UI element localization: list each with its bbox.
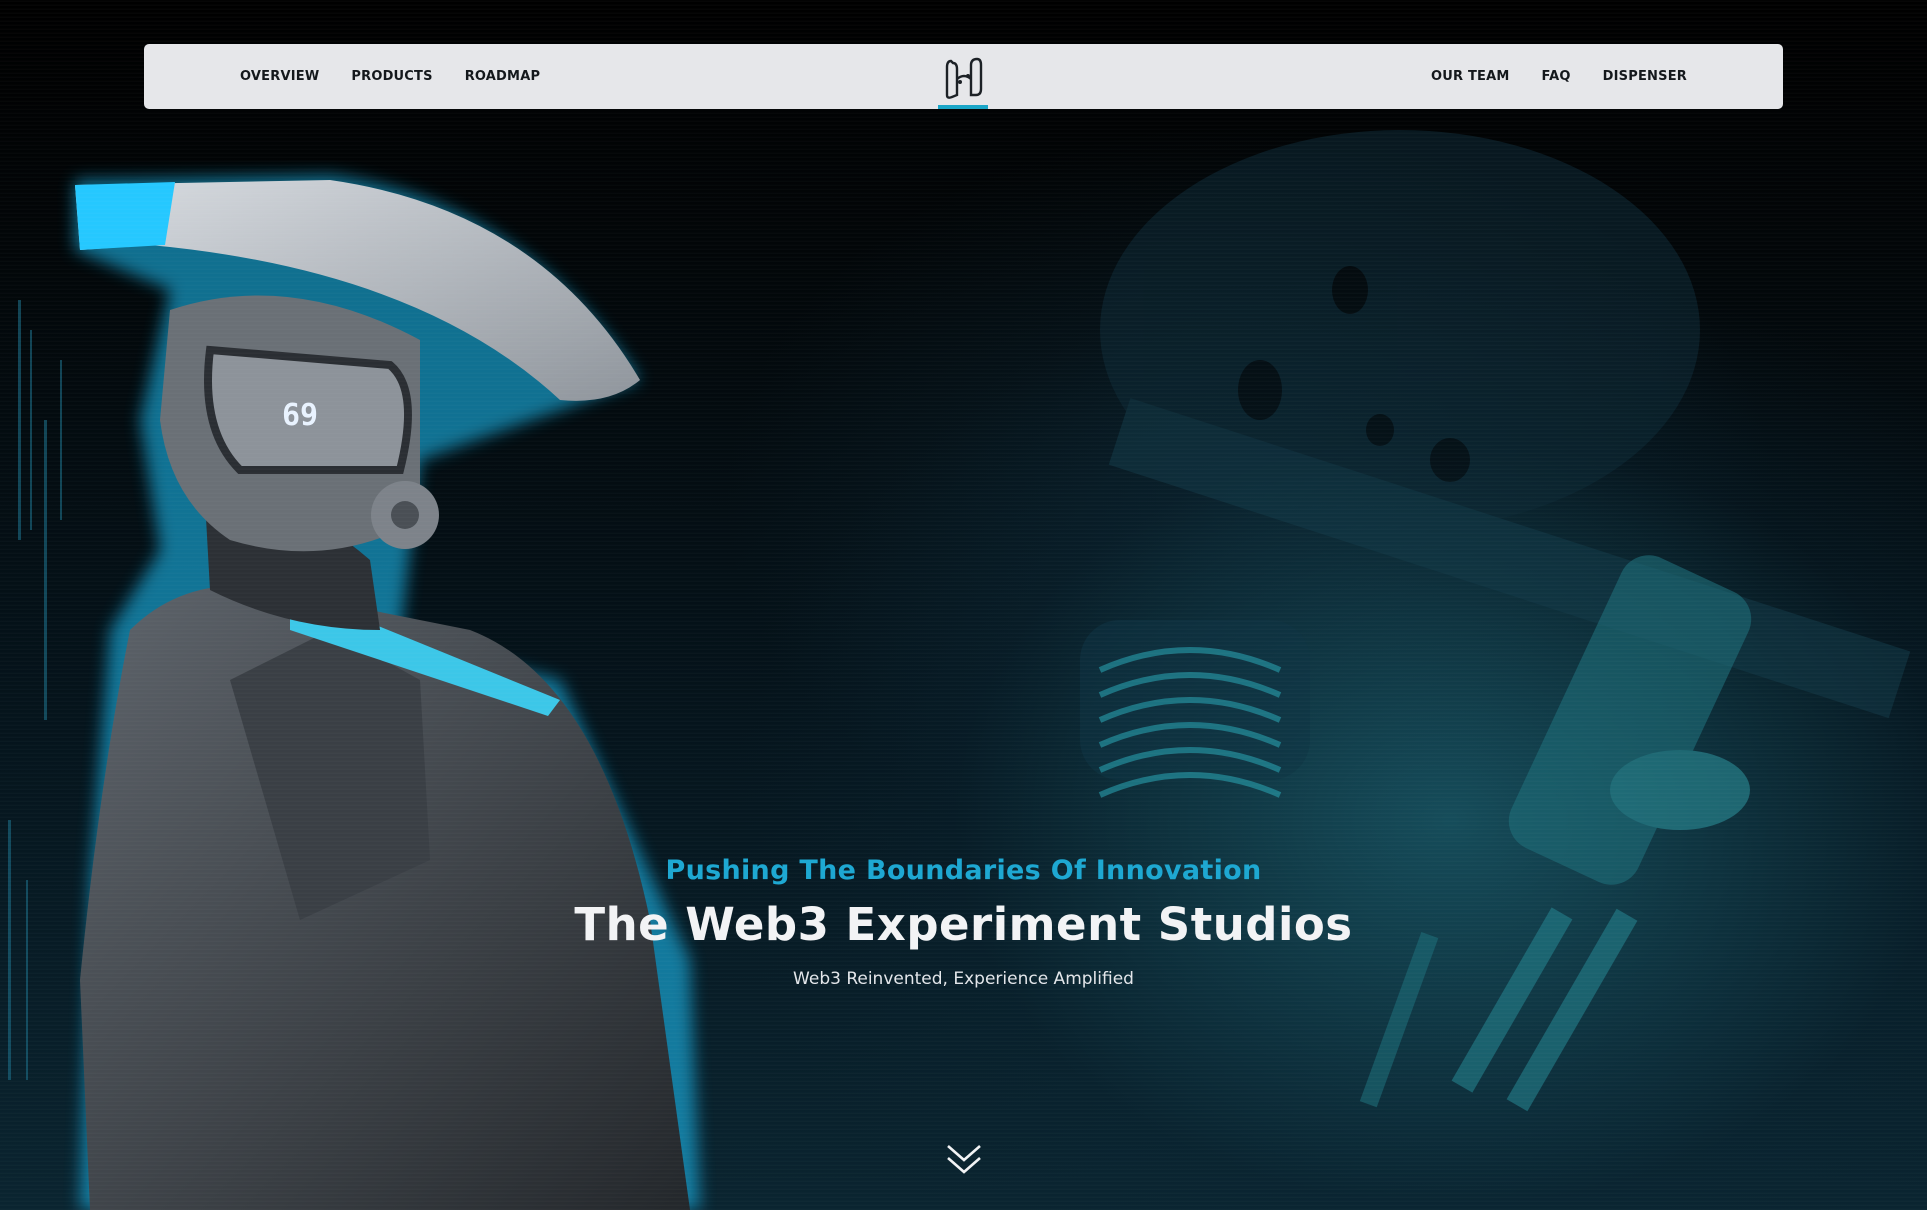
hero-title: The Web3 Experiment Studios — [574, 898, 1353, 951]
nav-link-dispenser[interactable]: DISPENSER — [1603, 69, 1687, 84]
hero-text-block: Pushing The Boundaries Of Innovation The… — [0, 855, 1927, 989]
visor-display: 69 — [282, 398, 318, 433]
nav-link-faq[interactable]: FAQ — [1542, 69, 1571, 84]
logo-mark — [945, 57, 983, 99]
nav-link-overview[interactable]: OVERVIEW — [240, 69, 319, 84]
nav-link-roadmap[interactable]: ROADMAP — [465, 69, 541, 84]
nav-left-group: OVERVIEW PRODUCTS ROADMAP — [240, 44, 540, 109]
scroll-down-glyph — [947, 1145, 981, 1174]
nav-link-our-team[interactable]: OUR TEAM — [1431, 69, 1510, 84]
nav-link-products[interactable]: PRODUCTS — [351, 69, 432, 84]
logo-active-indicator — [938, 105, 988, 109]
hero-subtitle: Web3 Reinvented, Experience Amplified — [793, 969, 1134, 989]
hero-character-illustration: 69 — [75, 175, 700, 1210]
nav-right-group: OUR TEAM FAQ DISPENSER — [1431, 44, 1687, 109]
hero-tagline: Pushing The Boundaries Of Innovation — [665, 855, 1262, 886]
studio-monogram-icon[interactable] — [938, 52, 990, 104]
top-navbar: OVERVIEW PRODUCTS ROADMAP OUR TEAM FAQ D… — [144, 44, 1783, 109]
double-chevron-down-icon[interactable] — [945, 1140, 983, 1180]
landing-page: 69 OVERVIEW PRODUCTS ROADMAP OUR TEAM FA… — [0, 0, 1927, 1210]
